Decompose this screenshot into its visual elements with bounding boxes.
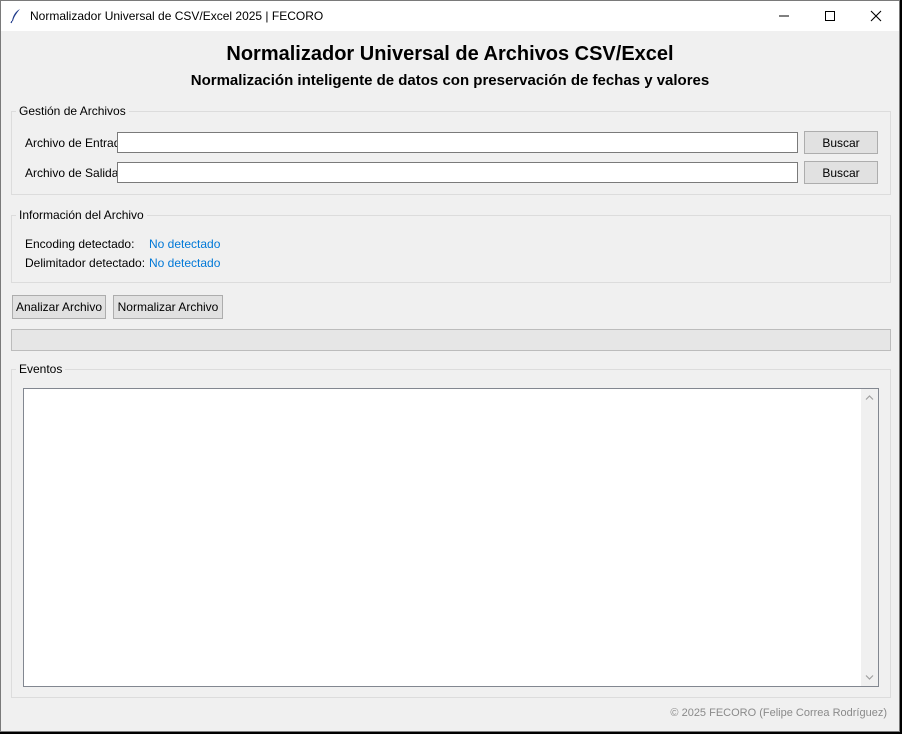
browse-output-button[interactable]: Buscar [804, 161, 878, 184]
encoding-value: No detectado [149, 237, 221, 251]
events-label: Eventos [16, 362, 66, 376]
browse-input-button[interactable]: Buscar [804, 131, 878, 154]
scroll-up-button[interactable] [861, 389, 878, 406]
app-window: Normalizador Universal de CSV/Excel 2025… [0, 0, 900, 732]
output-file-field[interactable] [117, 162, 798, 183]
normalize-file-button[interactable]: Normalizar Archivo [113, 295, 223, 319]
output-file-label: Archivo de Salida [25, 166, 117, 180]
window-title: Normalizador Universal de CSV/Excel 2025… [30, 9, 324, 23]
input-file-field[interactable] [117, 132, 798, 153]
progress-bar [11, 329, 891, 351]
delimiter-label: Delimitador detectado: [25, 256, 146, 270]
analyze-file-button[interactable]: Analizar Archivo [12, 295, 106, 319]
delimiter-value: No detectado [149, 256, 221, 270]
footer-copyright: © 2025 FECORO (Felipe Correa Rodríguez) [670, 707, 887, 719]
file-info-group [11, 215, 891, 283]
scroll-down-button[interactable] [861, 669, 878, 686]
minimize-button[interactable] [761, 1, 807, 31]
feather-icon [8, 8, 24, 24]
encoding-label: Encoding detectado: [25, 237, 135, 251]
maximize-button[interactable] [807, 1, 853, 31]
page-subtitle: Normalización inteligente de datos con p… [190, 72, 710, 89]
file-info-label: Información del Archivo [16, 208, 147, 222]
events-scrollbar[interactable] [861, 389, 878, 686]
input-file-label: Archivo de Entrada [25, 136, 117, 150]
page-title: Normalizador Universal de Archivos CSV/E… [226, 43, 674, 65]
events-log[interactable] [23, 388, 879, 687]
file-management-label: Gestión de Archivos [16, 104, 129, 118]
close-button[interactable] [853, 1, 899, 31]
title-bar[interactable]: Normalizador Universal de CSV/Excel 2025… [1, 1, 899, 31]
